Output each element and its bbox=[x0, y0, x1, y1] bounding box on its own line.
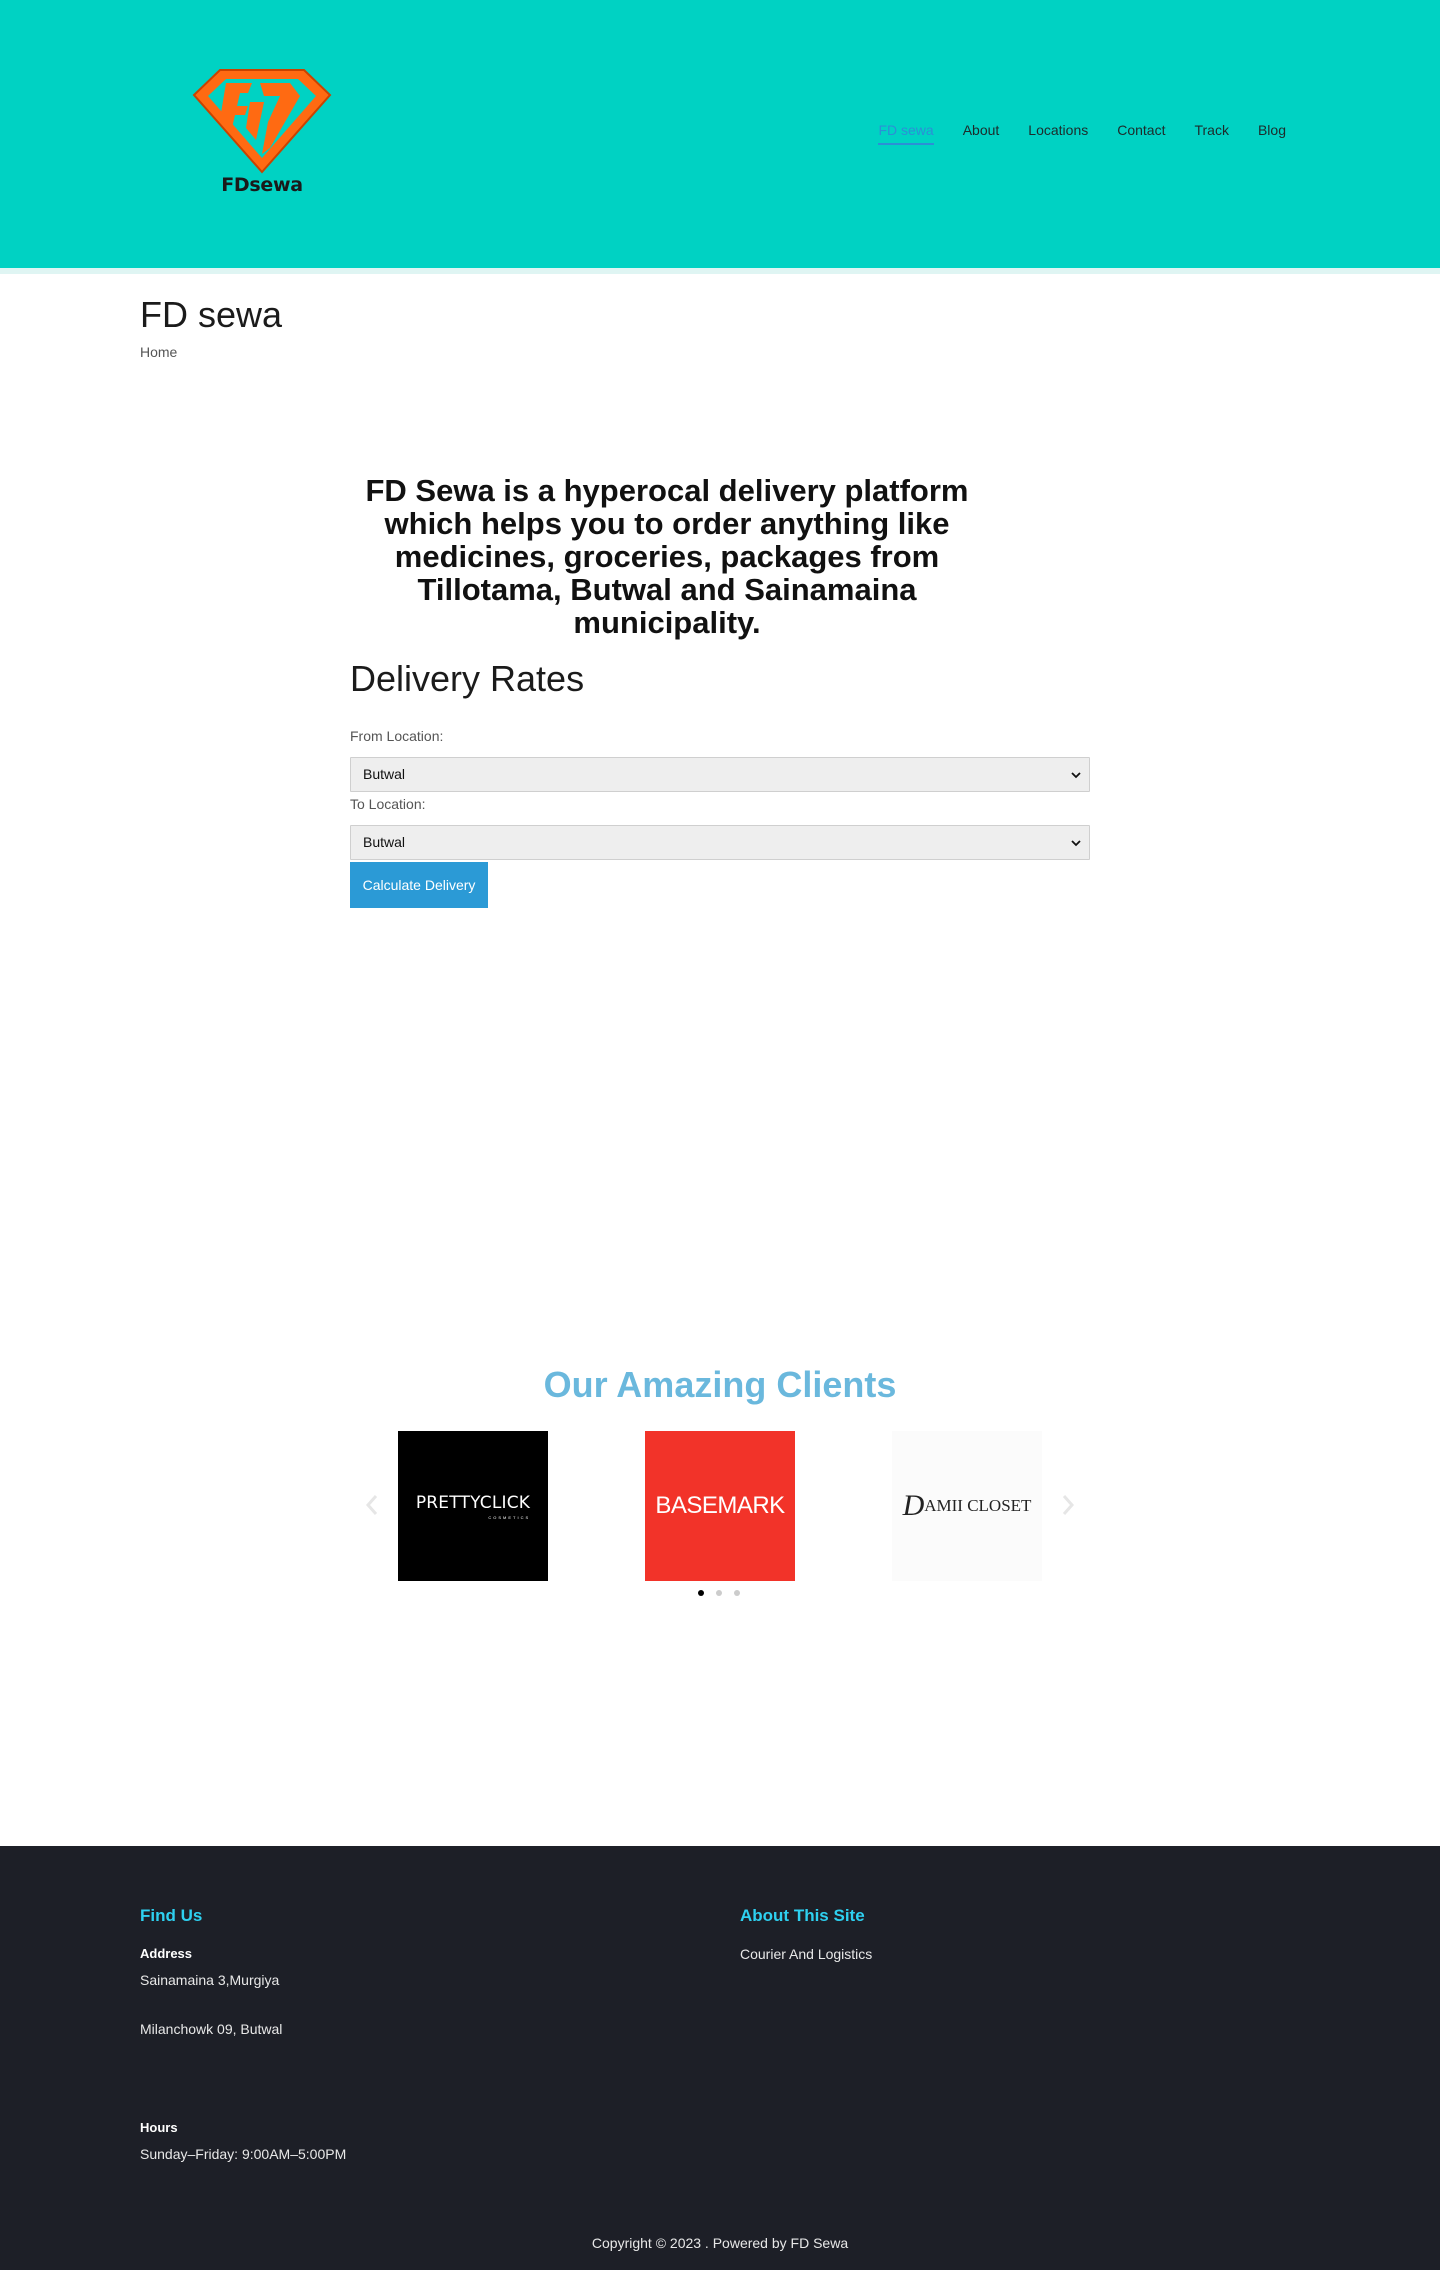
from-location-label: From Location: bbox=[350, 728, 444, 744]
nav-item-fd-sewa[interactable]: FD sewa bbox=[878, 122, 934, 145]
client-logo-damii-closet[interactable]: D AMII CLOSET bbox=[892, 1431, 1042, 1581]
client-logo-prettyclick[interactable]: PRETTYCLICK COSMETICS bbox=[398, 1431, 548, 1581]
fd-diamond-logo-icon bbox=[192, 69, 332, 174]
client-subtitle: COSMETICS bbox=[488, 1514, 531, 1520]
nav-item-blog[interactable]: Blog bbox=[1258, 122, 1286, 145]
hours-value: Sunday–Friday: 9:00AM–5:00PM bbox=[140, 2146, 347, 2162]
carousel-dots bbox=[698, 1590, 740, 1596]
client-name-initial: D bbox=[902, 1489, 925, 1522]
breadcrumb[interactable]: Home bbox=[140, 344, 177, 360]
about-site-text: Courier And Logistics bbox=[740, 1946, 873, 1962]
from-location-value: Butwal bbox=[363, 766, 406, 782]
client-name: BASEMARK bbox=[655, 1492, 785, 1519]
carousel-dot[interactable] bbox=[716, 1590, 722, 1596]
calculate-delivery-button[interactable]: Calculate Delivery bbox=[350, 862, 488, 908]
nav-item-about[interactable]: About bbox=[963, 122, 1000, 145]
nav-item-locations[interactable]: Locations bbox=[1028, 122, 1088, 145]
site-footer: Find Us Address Sainamaina 3,Murgiya Mil… bbox=[0, 1846, 1440, 2270]
chevron-down-icon bbox=[1071, 840, 1081, 847]
address-label: Address bbox=[140, 1946, 193, 1961]
main-nav: FD sewa About Locations Contact Track Bl… bbox=[849, 122, 1286, 145]
intro-text: FD Sewa is a hyperocal delivery platform… bbox=[365, 473, 969, 640]
carousel-dot[interactable] bbox=[698, 1590, 704, 1596]
from-location-select[interactable]: Butwal bbox=[350, 757, 1090, 792]
copyright: Copyright © 2023 . Powered by FD Sewa bbox=[591, 2235, 849, 2251]
page-title: FD sewa bbox=[140, 294, 283, 335]
header-divider bbox=[0, 268, 1440, 274]
clients-title: Our Amazing Clients bbox=[543, 1364, 897, 1405]
carousel-dot[interactable] bbox=[734, 1590, 740, 1596]
about-site-heading: About This Site bbox=[740, 1906, 865, 1925]
site-logo[interactable]: FDsewa bbox=[184, 62, 340, 202]
address-line-2: Milanchowk 09, Butwal bbox=[140, 2021, 283, 2037]
find-us-heading: Find Us bbox=[140, 1906, 203, 1925]
logo-text: FDsewa bbox=[221, 174, 303, 196]
client-name: AMII CLOSET bbox=[924, 1496, 1032, 1515]
chevron-down-icon bbox=[1071, 772, 1081, 779]
to-location-select[interactable]: Butwal bbox=[350, 825, 1090, 860]
to-location-value: Butwal bbox=[363, 834, 406, 850]
delivery-rates-title: Delivery Rates bbox=[350, 658, 585, 699]
site-header: FDsewa FD sewa About Locations Contact T… bbox=[0, 0, 1440, 268]
carousel-next-icon[interactable] bbox=[1058, 1490, 1078, 1520]
address-line-1: Sainamaina 3,Murgiya bbox=[140, 1972, 280, 1988]
client-name: PRETTYCLICK bbox=[415, 1492, 531, 1513]
nav-item-contact[interactable]: Contact bbox=[1117, 122, 1165, 145]
carousel-prev-icon[interactable] bbox=[362, 1490, 382, 1520]
hours-label: Hours bbox=[140, 2120, 178, 2135]
to-location-label: To Location: bbox=[350, 796, 426, 812]
client-logo-basemark[interactable]: BASEMARK bbox=[645, 1431, 795, 1581]
nav-item-track[interactable]: Track bbox=[1194, 122, 1228, 145]
